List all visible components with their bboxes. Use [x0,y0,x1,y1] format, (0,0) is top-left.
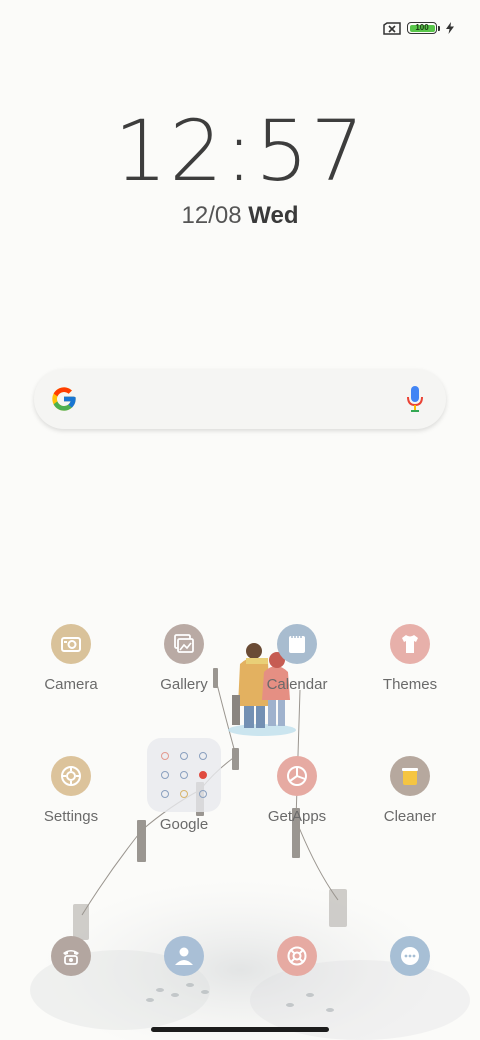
settings-icon[interactable] [51,756,91,796]
google-folder[interactable] [147,738,221,812]
battery-indicator: 100 [407,22,437,34]
calendar-icon[interactable] [277,624,317,664]
app-label: Calendar [266,676,328,693]
date-text: 12/08 [181,202,242,229]
app-camera[interactable]: Camera [16,624,126,693]
app-google-folder-label[interactable]: Google [129,816,239,833]
folder-app-dot [199,771,207,779]
folder-app-dot [199,790,207,798]
contacts-icon[interactable] [164,936,204,976]
phone-icon[interactable] [51,936,91,976]
app-calendar[interactable]: Calendar [242,624,352,693]
folder-app-dot [161,790,169,798]
dock-contacts[interactable] [129,936,239,976]
getapps-icon[interactable] [277,756,317,796]
folder-app-dot [180,771,188,779]
browser-icon[interactable] [277,936,317,976]
battery-level: 100 [415,23,429,32]
app-themes[interactable]: Themes [355,624,465,693]
app-gallery[interactable]: Gallery [129,624,239,693]
app-label: Themes [382,676,438,693]
app-label: Google [159,816,209,833]
dock-messages[interactable] [355,936,465,976]
microphone-icon[interactable] [406,385,424,413]
folder-app-dot [199,752,207,760]
folder-app-dot [180,790,188,798]
app-label: Camera [44,676,98,693]
google-search-bar[interactable] [34,369,446,429]
app-label: Gallery [160,676,208,693]
google-g-icon[interactable] [50,385,78,413]
camera-icon[interactable] [51,624,91,664]
status-bar: 100 [383,18,454,38]
app-getapps[interactable]: GetApps [242,756,352,825]
app-label: Settings [43,808,99,825]
messages-icon[interactable] [390,936,430,976]
battery-tip [438,25,440,31]
lock-clock: 12:57 [113,102,367,200]
tshirt-icon[interactable] [390,624,430,664]
app-label: Cleaner [383,808,437,825]
weekday-text: Wed [248,202,299,229]
app-label: GetApps [267,808,327,825]
gallery-icon[interactable] [164,624,204,664]
dock-browser[interactable] [242,936,352,976]
home-indicator[interactable] [151,1027,329,1032]
folder-app-dot [161,771,169,779]
lock-date: 12/08 Wed [0,202,480,230]
app-cleaner[interactable]: Cleaner [355,756,465,825]
folder-app-dot [180,752,188,760]
no-sim-icon [383,21,401,35]
trash-icon[interactable] [390,756,430,796]
bolt-icon [446,22,454,34]
folder-app-dot [161,752,169,760]
dock-phone[interactable] [16,936,126,976]
app-settings[interactable]: Settings [16,756,126,825]
